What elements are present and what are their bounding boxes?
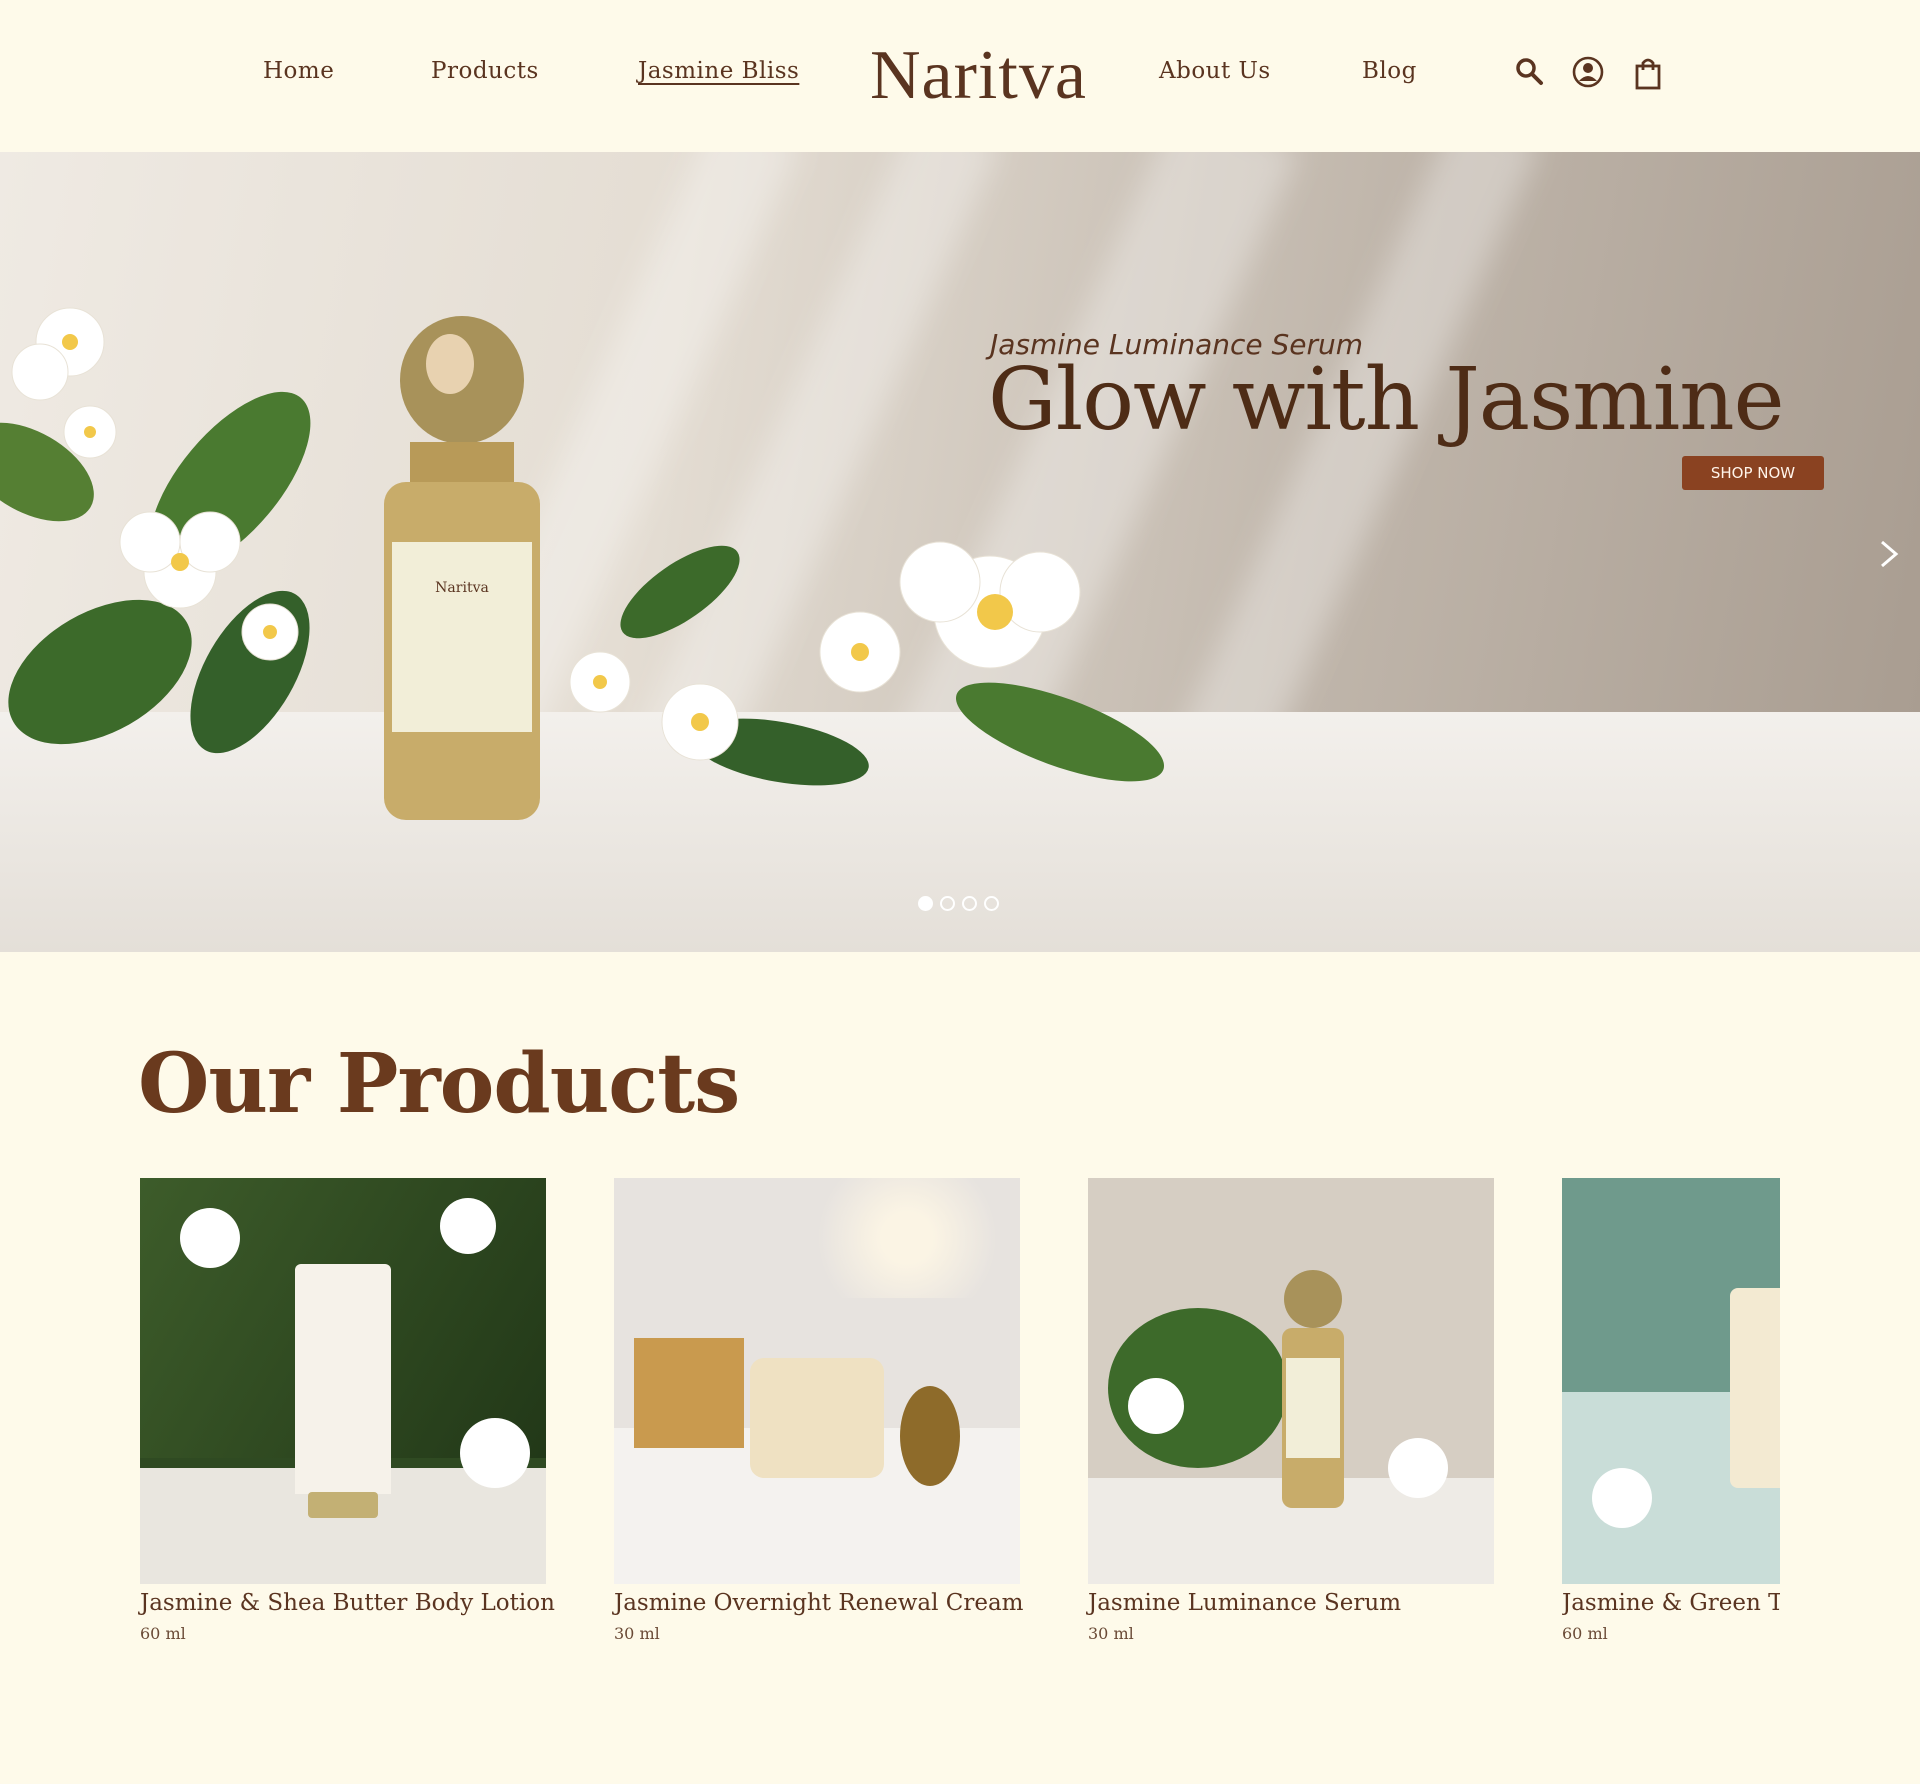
- carousel-dot[interactable]: [918, 896, 933, 911]
- chevron-right-icon[interactable]: [1876, 534, 1902, 574]
- hero-title: Glow with Jasmine: [988, 350, 1785, 450]
- product-size: 30 ml: [1088, 1624, 1134, 1643]
- product-size: 30 ml: [614, 1624, 660, 1643]
- shop-now-button[interactable]: SHOP NOW: [1682, 456, 1824, 490]
- product-card[interactable]: Jasmine & Shea Butter Body Lotion 60 ml: [140, 1178, 555, 1643]
- product-image[interactable]: [140, 1178, 546, 1584]
- nav-about-us[interactable]: About Us: [1159, 58, 1271, 84]
- nav-home[interactable]: Home: [263, 58, 334, 84]
- product-name[interactable]: Jasmine Overnight Renewal Cream: [614, 1590, 1024, 1616]
- product-card[interactable]: Jasmine & Green Tea 60 ml: [1562, 1178, 1780, 1643]
- product-image[interactable]: [1088, 1178, 1494, 1584]
- carousel-dot[interactable]: [984, 896, 999, 911]
- svg-text:Naritva: Naritva: [435, 580, 489, 596]
- site-header: Home Products Jasmine Bliss Naritva Abou…: [0, 0, 1920, 152]
- product-size: 60 ml: [1562, 1624, 1608, 1643]
- carousel-dot[interactable]: [940, 896, 955, 911]
- nav-blog[interactable]: Blog: [1362, 58, 1417, 84]
- hero-banner: Naritva Jasmine Luminance Serum Glow wit…: [0, 152, 1920, 952]
- shopping-bag-icon[interactable]: [1632, 56, 1666, 90]
- hero-illustration: Naritva: [0, 307, 1165, 820]
- nav-jasmine-bliss[interactable]: Jasmine Bliss: [638, 58, 799, 84]
- nav-products[interactable]: Products: [431, 58, 539, 84]
- product-card[interactable]: Jasmine Overnight Renewal Cream 30 ml: [614, 1178, 1024, 1643]
- product-card[interactable]: Jasmine Luminance Serum 30 ml: [1088, 1178, 1494, 1643]
- product-name[interactable]: Jasmine Luminance Serum: [1088, 1590, 1494, 1616]
- brand-logo[interactable]: Naritva: [870, 36, 1087, 116]
- product-card-partial-wrapper: Jasmine & Green Tea 60 ml: [1562, 1178, 1780, 1658]
- product-name[interactable]: Jasmine & Shea Butter Body Lotion: [140, 1590, 555, 1616]
- products-section-title: Our Products: [138, 1036, 740, 1132]
- product-name[interactable]: Jasmine & Green Tea: [1562, 1590, 1780, 1616]
- product-image[interactable]: [614, 1178, 1020, 1584]
- search-icon[interactable]: [1514, 56, 1548, 90]
- product-size: 60 ml: [140, 1624, 186, 1643]
- product-image[interactable]: [1562, 1178, 1780, 1584]
- account-icon[interactable]: [1572, 56, 1606, 90]
- carousel-dots: [918, 896, 999, 911]
- carousel-dot[interactable]: [962, 896, 977, 911]
